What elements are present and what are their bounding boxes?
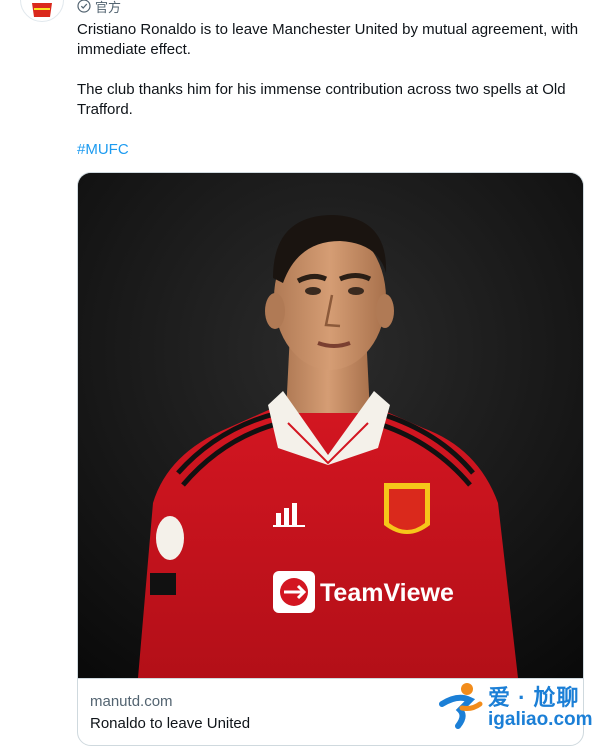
watermark: 爱 · 尬聊 igaliao.com bbox=[436, 678, 598, 734]
card-image[interactable]: TeamViewe bbox=[78, 173, 583, 678]
account-meta: 官方 bbox=[77, 0, 121, 15]
tweet-paragraph: The club thanks him for his immense cont… bbox=[77, 81, 566, 118]
link-card[interactable]: TeamViewe manutd.com Ronaldo to leave Un… bbox=[77, 172, 584, 746]
tweet-body: Cristiano Ronaldo is to leave Manchester… bbox=[77, 20, 589, 120]
avatar[interactable] bbox=[20, 0, 64, 22]
svg-text:TeamViewe: TeamViewe bbox=[320, 579, 454, 607]
watermark-url: igaliao.com bbox=[488, 709, 593, 730]
watermark-brand: 爱 · 尬聊 bbox=[488, 685, 580, 710]
account-label: 官方 bbox=[95, 0, 122, 15]
verified-badge-icon bbox=[77, 0, 91, 13]
hashtag-link[interactable]: #MUFC bbox=[77, 140, 129, 160]
club-crest-icon bbox=[22, 0, 62, 20]
tweet-paragraph: Cristiano Ronaldo is to leave Manchester… bbox=[77, 21, 579, 58]
tweet-container: 官方 Cristiano Ronaldo is to leave Manches… bbox=[0, 0, 601, 746]
card-domain: manutd.com bbox=[90, 693, 173, 710]
card-title: Ronaldo to leave United bbox=[90, 715, 251, 732]
runner-logo-icon bbox=[439, 683, 483, 729]
